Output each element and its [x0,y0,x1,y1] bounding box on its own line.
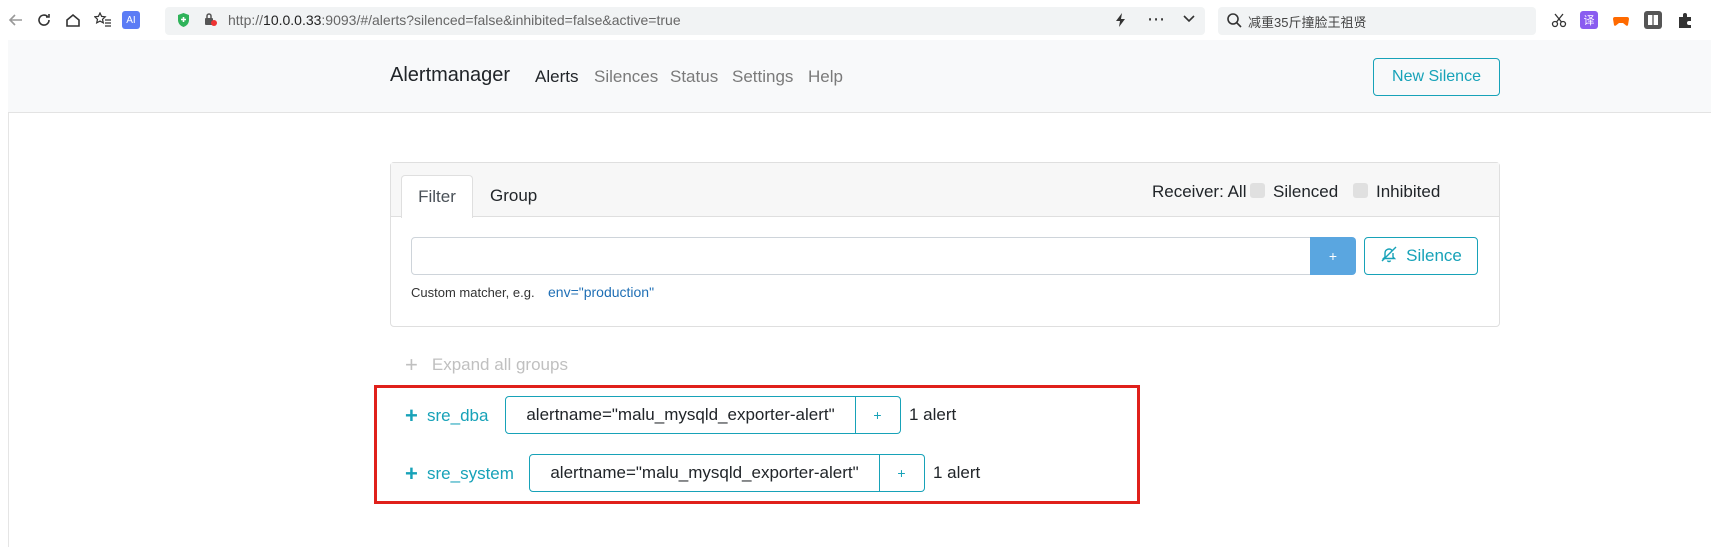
reader-extension-icon[interactable] [1644,11,1662,29]
nav-help[interactable]: Help [808,67,843,87]
inhibited-checkbox[interactable] [1353,183,1368,198]
brand-title[interactable]: Alertmanager [390,64,510,87]
alert-count: 1 alert [909,405,957,424]
expand-all-groups[interactable]: + Expand all groups [405,352,568,378]
group-name: sre_dba [427,406,489,425]
bell-slash-icon [1380,245,1398,268]
gamepad-extension-icon[interactable] [1612,11,1630,29]
scissors-icon[interactable] [1551,12,1567,32]
silence-button[interactable]: Silence [1364,237,1478,275]
silenced-checkbox[interactable] [1250,183,1265,198]
url-text[interactable]: http://10.0.0.33:9093/#/alerts?silenced=… [228,12,681,28]
silence-button-label: Silence [1406,246,1462,265]
tab-filter[interactable]: Filter [401,175,473,218]
group-toggle-sre-system[interactable]: + sre_system [405,461,514,487]
alert-count: 1 alert [933,463,981,482]
lightning-icon[interactable] [1115,12,1127,32]
group-label-pill[interactable]: alertname="malu_mysqld_exporter-alert" [529,454,880,492]
search-icon [1226,12,1242,32]
home-icon[interactable] [63,10,83,30]
silenced-label[interactable]: Silenced [1273,182,1338,202]
receiver-selector[interactable]: Receiver: All [1152,182,1246,202]
insecure-lock-icon[interactable] [203,12,217,31]
add-filter-button[interactable]: + [1310,237,1356,275]
new-silence-button[interactable]: New Silence [1373,58,1500,96]
nav-settings[interactable]: Settings [732,67,793,87]
filter-input[interactable] [411,237,1311,275]
search-text[interactable]: 减重35斤撞脸王祖贤 [1248,12,1366,31]
group-name: sre_system [427,464,514,483]
add-label-filter-button[interactable]: + [879,454,925,492]
translate-extension-icon[interactable]: 译 [1580,11,1598,29]
more-icon[interactable]: ⋯ [1147,9,1165,30]
matcher-hint: Custom matcher, e.g. [411,285,535,300]
back-icon[interactable] [6,10,26,30]
favorites-icon[interactable] [93,10,113,30]
ai-extension-icon[interactable]: AI [122,11,140,29]
nav-status[interactable]: Status [670,67,718,87]
group-toggle-sre-dba[interactable]: + sre_dba [405,403,488,429]
expand-plus-icon: + [405,403,418,428]
add-label-filter-button[interactable]: + [855,396,901,434]
expand-all-label: Expand all groups [431,355,568,374]
tab-group[interactable]: Group [490,186,537,206]
matcher-example: env="production" [548,284,655,300]
reload-icon[interactable] [34,10,54,30]
group-label-pill[interactable]: alertname="malu_mysqld_exporter-alert" [505,396,856,434]
expand-plus-icon: + [405,461,418,486]
plus-icon: + [405,352,418,377]
inhibited-label[interactable]: Inhibited [1376,182,1440,202]
puzzle-extension-icon[interactable] [1676,11,1694,29]
nav-alerts[interactable]: Alerts [535,67,578,87]
chevron-down-icon[interactable] [1182,12,1196,30]
shield-icon[interactable] [176,12,191,32]
nav-silences[interactable]: Silences [594,67,658,87]
